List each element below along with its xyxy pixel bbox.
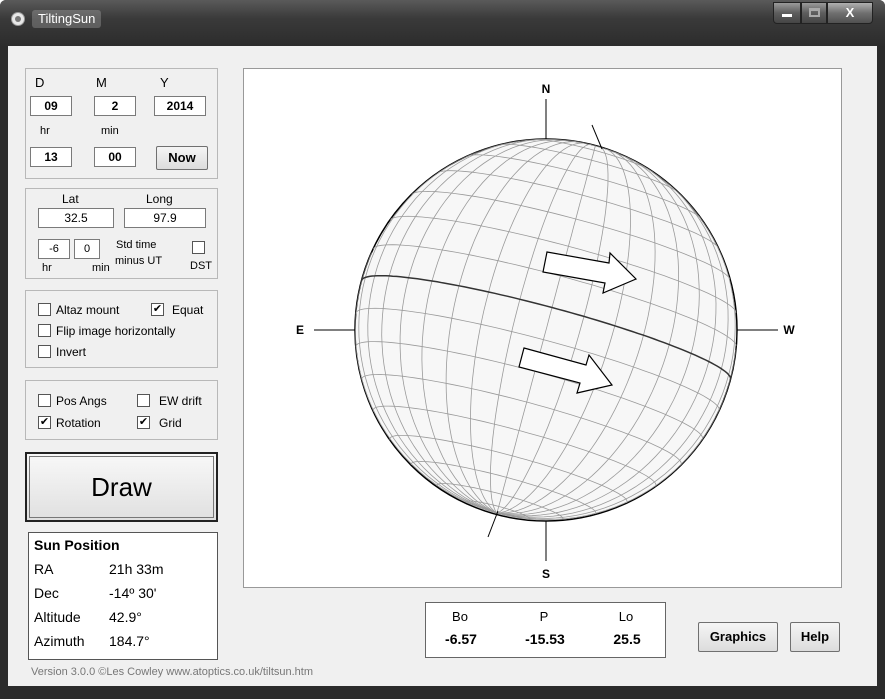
- dst-checkbox[interactable]: [192, 241, 205, 254]
- help-button[interactable]: Help: [790, 622, 840, 652]
- lo-value: 25.5: [613, 631, 641, 647]
- hour-input[interactable]: 13: [30, 147, 72, 167]
- dec-value: -14º 30': [109, 585, 157, 601]
- flip-horizontal-label: Flip image horizontally: [56, 324, 176, 338]
- grid-label: Grid: [159, 416, 182, 430]
- client-area: D M Y 09 2 2014 hr min 13 00 Now Lat Lon…: [8, 46, 877, 686]
- long-input[interactable]: 97.9: [124, 208, 206, 228]
- minimize-icon: [782, 14, 792, 17]
- minute-label: min: [101, 125, 119, 137]
- pos-angs-label: Pos Angs: [56, 394, 107, 408]
- sun-position-panel: Sun Position RA 21h 33m Dec -14º 30' Alt…: [28, 532, 218, 660]
- window-title: TiltingSun: [32, 10, 102, 28]
- invert-label: Invert: [56, 345, 87, 359]
- hour-label: hr: [40, 125, 50, 137]
- sun-diagram-canvas: N S E W: [243, 68, 842, 588]
- altitude-value: 42.9°: [109, 609, 142, 625]
- day-label: D: [35, 75, 45, 90]
- day-input[interactable]: 09: [30, 96, 72, 116]
- tz-hour-label: hr: [42, 262, 52, 274]
- datetime-group: D M Y 09 2 2014 hr min 13 00 Now: [25, 68, 218, 179]
- app-sun-icon: [11, 12, 25, 26]
- rotation-checkbox[interactable]: [38, 416, 51, 429]
- location-group: Lat Long 32.5 97.9 -6 0 hr min Std time …: [25, 188, 218, 279]
- dst-label: DST: [190, 260, 212, 272]
- app-window: TiltingSun X D M Y 09 2 2014 hr min 13 0…: [0, 0, 885, 699]
- minus-ut-label: minus UT: [115, 255, 163, 267]
- title-bar[interactable]: TiltingSun X: [0, 0, 885, 46]
- now-button[interactable]: Now: [156, 146, 208, 170]
- azimuth-label: Azimuth: [34, 633, 85, 649]
- tz-minute-label: min: [92, 262, 110, 274]
- equat-checkbox[interactable]: [151, 303, 164, 316]
- ra-label: RA: [34, 561, 54, 577]
- close-button[interactable]: X: [827, 2, 873, 24]
- west-label: W: [783, 323, 795, 337]
- altaz-mount-label: Altaz mount: [56, 303, 120, 317]
- version-text: Version 3.0.0 ©Les Cowley www.atoptics.c…: [31, 666, 314, 678]
- sun-position-title: Sun Position: [34, 537, 120, 553]
- tz-minute-input[interactable]: 0: [74, 239, 100, 259]
- dec-label: Dec: [34, 585, 59, 601]
- equat-label: Equat: [172, 303, 204, 317]
- grid-checkbox[interactable]: [137, 416, 150, 429]
- month-label: M: [96, 75, 107, 90]
- azimuth-value: 184.7°: [109, 633, 150, 649]
- maximize-button[interactable]: [801, 2, 827, 24]
- rotation-label: Rotation: [56, 416, 101, 430]
- east-label: E: [296, 323, 304, 337]
- month-input[interactable]: 2: [94, 96, 136, 116]
- rotation-axis-south-tick: [487, 510, 499, 538]
- year-input[interactable]: 2014: [154, 96, 206, 116]
- pos-angs-checkbox[interactable]: [38, 394, 51, 407]
- sun-diagram: N S E W: [296, 82, 795, 581]
- graphics-button[interactable]: Graphics: [698, 622, 778, 652]
- mount-group: Altaz mount Equat Flip image horizontall…: [25, 290, 218, 368]
- bo-value: -6.57: [445, 631, 477, 647]
- altaz-mount-checkbox[interactable]: [38, 303, 51, 316]
- ew-drift-label: EW drift: [159, 394, 202, 408]
- lat-input[interactable]: 32.5: [38, 208, 114, 228]
- lat-label: Lat: [62, 192, 79, 206]
- window-controls: X: [773, 2, 873, 24]
- ew-drift-checkbox[interactable]: [137, 394, 150, 407]
- solar-orientation-panel: Bo P Lo -6.57 -15.53 25.5: [425, 602, 666, 658]
- south-label: S: [542, 567, 550, 581]
- maximize-icon: [808, 8, 820, 17]
- bo-label: Bo: [452, 609, 468, 624]
- flip-horizontal-checkbox[interactable]: [38, 324, 51, 337]
- overlays-group: Pos Angs EW drift Rotation Grid: [25, 380, 218, 440]
- p-value: -15.53: [525, 631, 565, 647]
- p-label: P: [539, 609, 549, 624]
- tz-hour-input[interactable]: -6: [38, 239, 70, 259]
- long-label: Long: [146, 192, 173, 206]
- north-label: N: [542, 82, 551, 96]
- altitude-label: Altitude: [34, 609, 81, 625]
- minimize-button[interactable]: [773, 2, 801, 24]
- invert-checkbox[interactable]: [38, 345, 51, 358]
- lo-label: Lo: [618, 609, 634, 624]
- std-time-label: Std time: [116, 239, 157, 251]
- minute-input[interactable]: 00: [94, 147, 136, 167]
- year-label: Y: [160, 75, 169, 90]
- ra-value: 21h 33m: [109, 561, 164, 577]
- draw-button[interactable]: Draw: [25, 452, 218, 522]
